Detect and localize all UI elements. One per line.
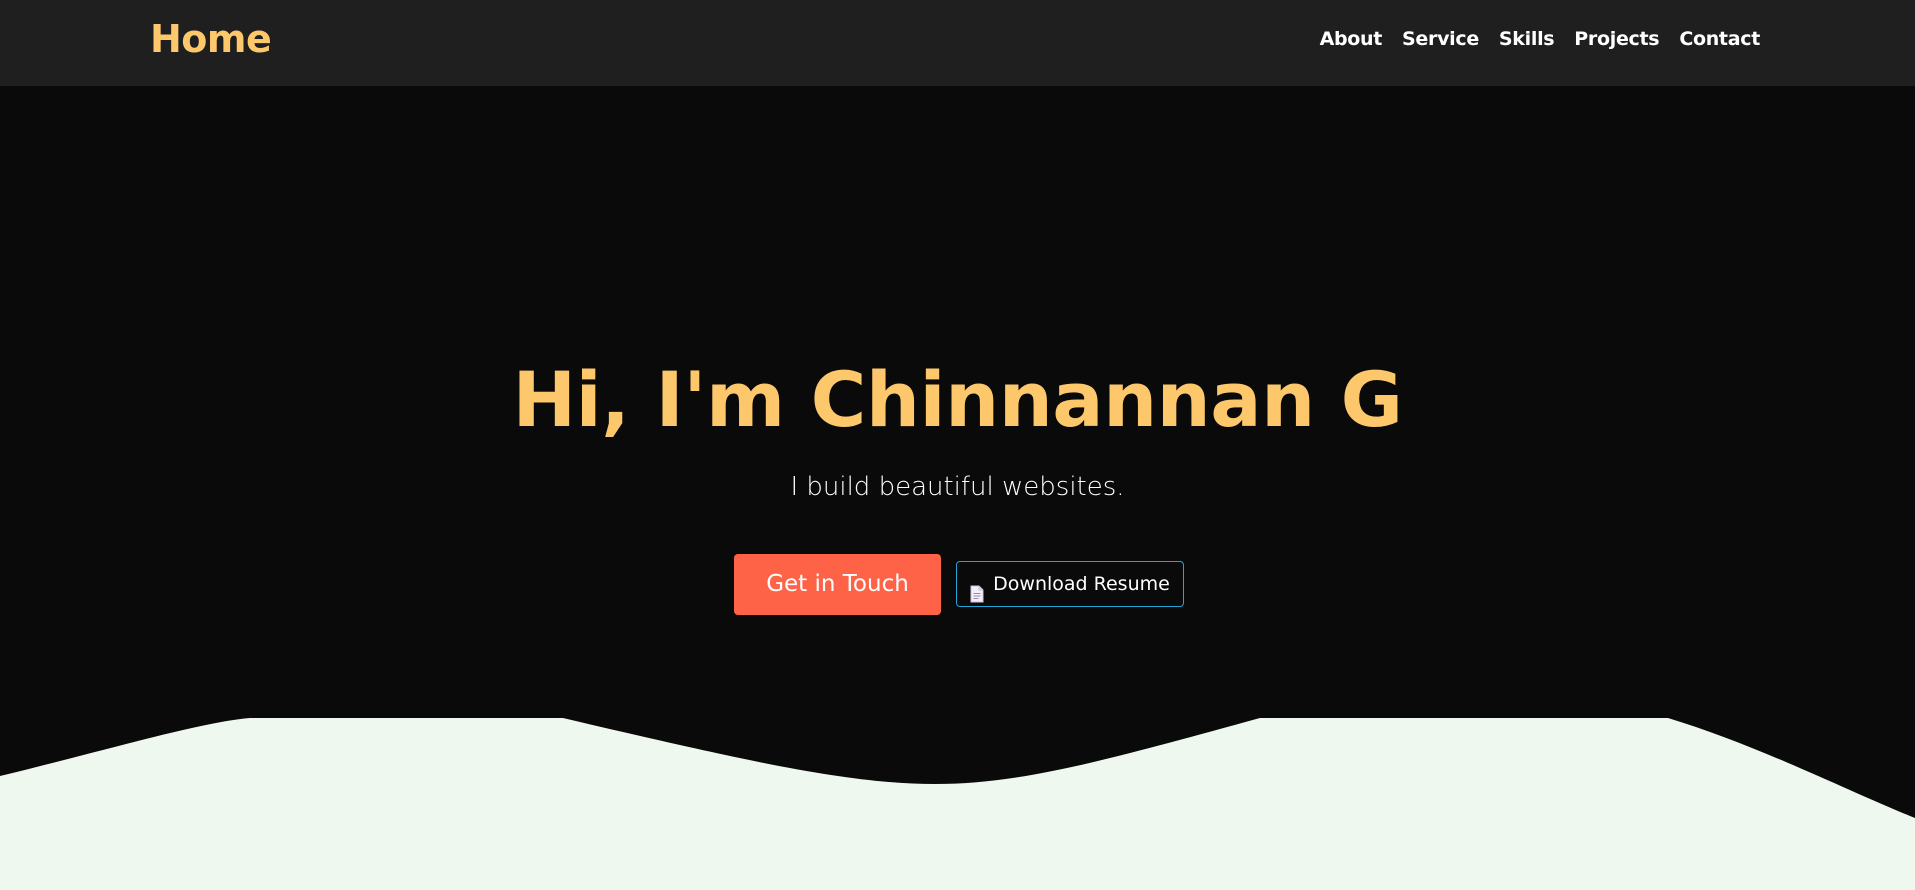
hero-subtitle: I build beautiful websites. [790,472,1125,502]
hero-section: Hi, I'm Chinnannan G I build beautiful w… [0,86,1915,726]
document-icon [970,575,984,603]
hero-title: Hi, I'm Chinnannan G [512,355,1403,444]
navbar: Home About Service Skills Projects Conta… [0,0,1915,86]
nav-link-projects[interactable]: Projects [1574,24,1659,54]
download-resume-button[interactable]: Download Resume [956,561,1184,607]
brand-home-link[interactable]: Home [150,14,272,64]
download-resume-label: Download Resume [993,573,1170,595]
nav-link-service[interactable]: Service [1402,24,1479,54]
nav-link-skills[interactable]: Skills [1499,24,1555,54]
nav-link-about[interactable]: About [1320,24,1383,54]
nav-links: About Service Skills Projects Contact [1320,24,1761,54]
get-in-touch-button[interactable]: Get in Touch [734,554,941,615]
nav-link-contact[interactable]: Contact [1679,24,1760,54]
